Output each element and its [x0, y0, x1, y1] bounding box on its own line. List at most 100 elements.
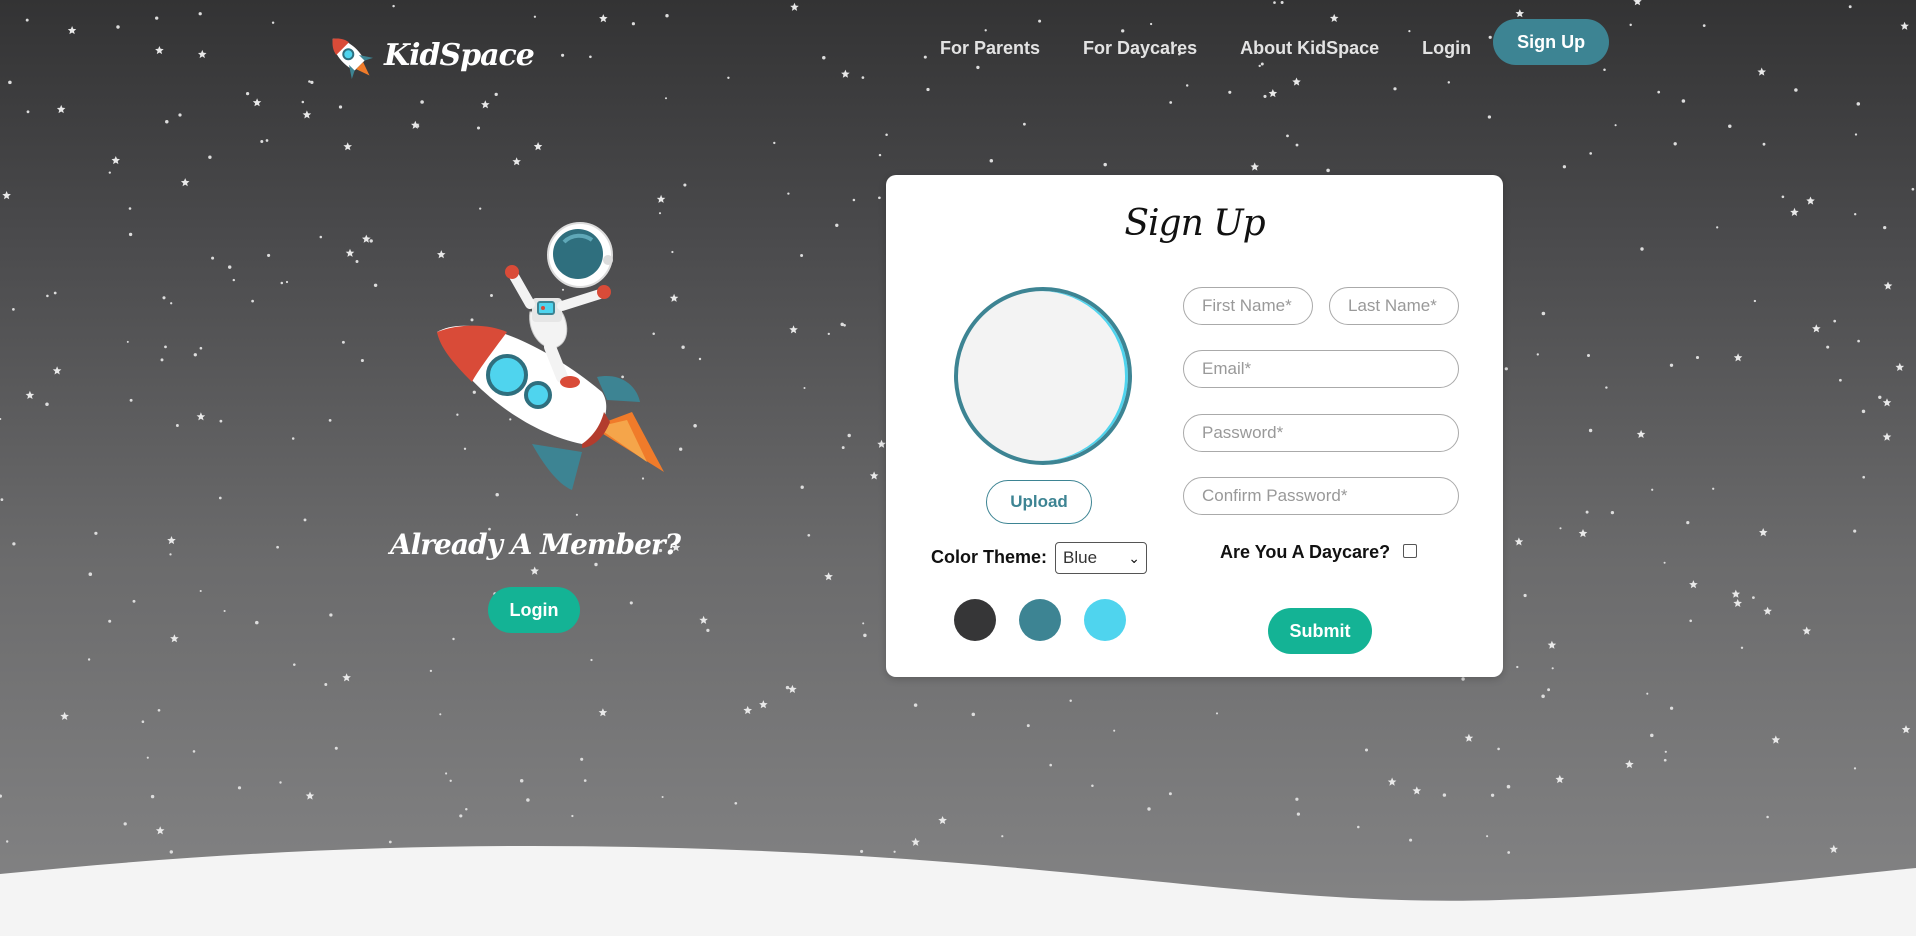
star-dot [571, 814, 574, 818]
nav-signup-button[interactable]: Sign Up [1493, 19, 1610, 65]
star-dot [1605, 386, 1608, 389]
star-dot [1357, 825, 1360, 829]
star-dot [1263, 94, 1267, 98]
brand-logo[interactable]: KidSpace [320, 30, 535, 80]
star-dot [46, 294, 49, 298]
star [25, 390, 35, 399]
avatar-preview [954, 287, 1132, 465]
email-field[interactable]: Email* [1183, 350, 1459, 388]
star [252, 98, 262, 107]
star-dot [1280, 1, 1284, 4]
star [411, 120, 420, 129]
star-dot [1504, 367, 1508, 371]
star-dot [1147, 807, 1151, 811]
star-dot [150, 794, 155, 799]
star-dot [227, 265, 232, 269]
star-dot [1728, 124, 1732, 128]
star-dot [141, 720, 145, 723]
nav-login[interactable]: Login [1422, 38, 1471, 59]
star-dot [175, 424, 179, 427]
star-dot [328, 419, 332, 422]
star-dot [303, 518, 307, 522]
left-login-button[interactable]: Login [488, 587, 580, 633]
star-dot [165, 119, 169, 124]
star [196, 412, 206, 421]
star-dot [1716, 226, 1719, 229]
star-dot [199, 589, 202, 593]
star-dot [128, 232, 133, 237]
star-dot [1168, 792, 1172, 796]
star-dot [664, 97, 668, 100]
daycare-label: Are You A Daycare? [1220, 542, 1391, 562]
signup-title: Sign Up [1124, 203, 1265, 244]
star [155, 46, 164, 55]
star-dot [1587, 354, 1590, 357]
star-dot [193, 353, 197, 357]
nav-for-daycares[interactable]: For Daycares [1083, 38, 1197, 59]
star-dot [494, 92, 498, 97]
nav-for-parents[interactable]: For Parents [940, 38, 1040, 59]
star-dot [594, 562, 598, 567]
star-dot [123, 822, 127, 826]
swatch-dark[interactable] [954, 599, 996, 641]
star-dot [1614, 124, 1617, 127]
confirm-password-field[interactable]: Confirm Password* [1183, 477, 1459, 515]
star [481, 100, 490, 109]
star [1387, 777, 1397, 786]
rocket-icon [332, 38, 374, 80]
star-dot [885, 133, 888, 136]
upload-button[interactable]: Upload [986, 480, 1092, 524]
star-dot [1585, 510, 1589, 514]
star-dot [785, 685, 790, 690]
color-theme-select[interactable]: Blue ⌄ [1055, 542, 1147, 574]
star-dot [862, 622, 865, 625]
star-dot [1702, 24, 1706, 27]
star-dot [211, 256, 215, 260]
star [56, 104, 66, 114]
star-dot [369, 239, 373, 243]
star-dot [1663, 758, 1667, 762]
star-dot [1486, 835, 1489, 838]
star-dot [693, 424, 697, 428]
star-dot [923, 55, 927, 59]
star-dot [1497, 747, 1500, 751]
star-dot [0, 794, 2, 798]
star-dot [429, 669, 433, 673]
star-dot [1169, 101, 1173, 104]
star-dot [279, 781, 282, 784]
star-dot [355, 260, 359, 263]
first-name-field[interactable]: First Name* [1183, 287, 1313, 325]
swatch-light-blue[interactable] [1084, 599, 1126, 641]
star-dot [126, 340, 129, 343]
submit-button[interactable]: Submit [1268, 608, 1372, 654]
star [1895, 362, 1905, 371]
daycare-checkbox[interactable] [1403, 544, 1417, 558]
nav-about[interactable]: About KidSpace [1240, 38, 1379, 59]
star-dot [293, 663, 296, 666]
star-dot [108, 171, 111, 174]
star-dot [1215, 712, 1219, 715]
password-field[interactable]: Password* [1183, 414, 1459, 452]
star [1733, 598, 1742, 607]
swatch-teal[interactable] [1019, 599, 1061, 641]
star-dot [1559, 527, 1562, 530]
star [1412, 786, 1422, 795]
star-dot [1781, 195, 1785, 199]
star [788, 684, 797, 693]
star-dot [1536, 353, 1539, 356]
star [1771, 735, 1781, 744]
star-dot [338, 105, 343, 109]
star-dot [1149, 22, 1153, 26]
star-dot [251, 299, 254, 303]
star [198, 49, 207, 59]
star [60, 711, 69, 720]
last-name-field[interactable]: Last Name* [1329, 287, 1459, 325]
star-dot [8, 80, 12, 85]
star [342, 673, 351, 682]
star [938, 816, 947, 825]
star [1806, 196, 1815, 205]
star-dot [1541, 311, 1546, 316]
star [869, 471, 879, 480]
star [155, 826, 165, 835]
star-dot [629, 601, 633, 605]
